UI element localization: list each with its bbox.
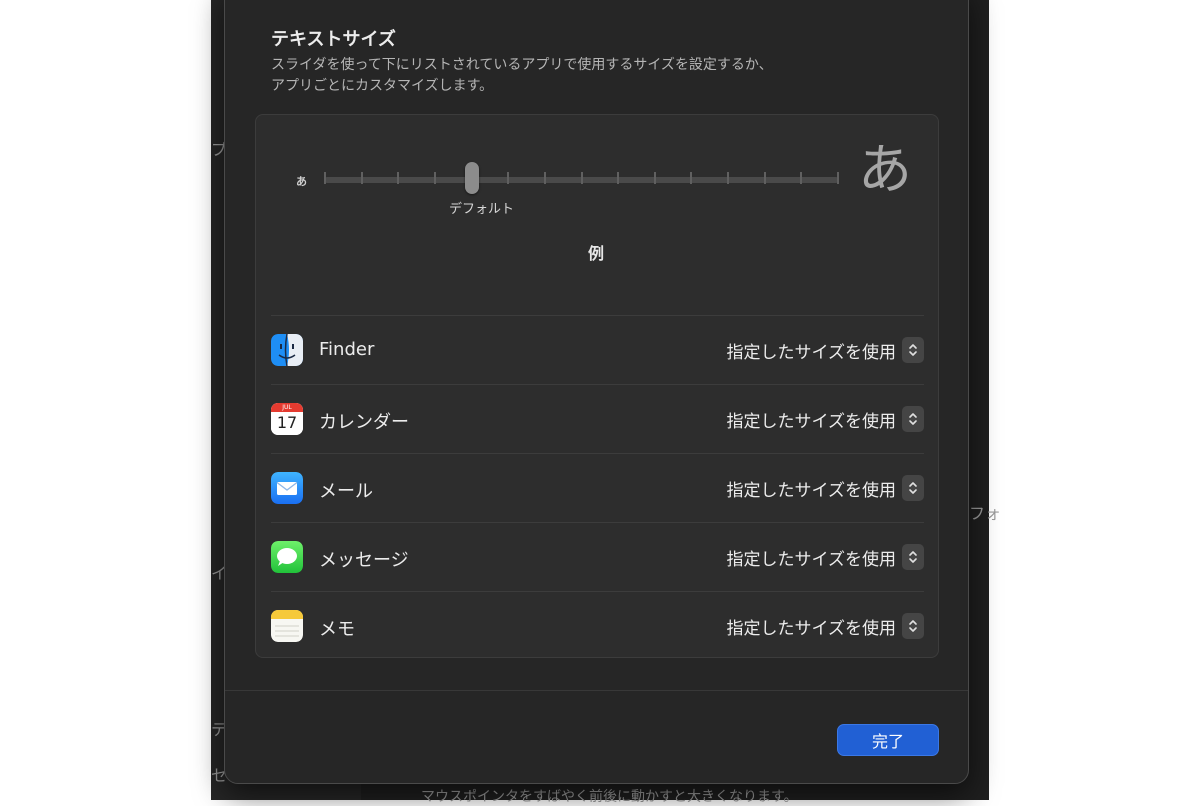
mail-icon — [271, 472, 303, 504]
sheet-description: スライダを使って下にリストされているアプリで使用するサイズを設定するか、 アプリ… — [271, 55, 871, 97]
slider-tick — [507, 172, 510, 184]
app-name: メール — [319, 481, 373, 502]
large-text-glyph: あ — [858, 138, 912, 201]
sheet-description-line: アプリごとにカスタマイズします。 — [271, 78, 494, 94]
slider-tick — [580, 172, 583, 184]
chevron-up-down-icon[interactable] — [902, 475, 924, 501]
app-row-notes: メモ 指定したサイズを使用 — [271, 591, 924, 660]
slider-tick — [617, 172, 620, 184]
slider-tick — [653, 172, 656, 184]
app-size-select[interactable]: 指定したサイズを使用 — [726, 406, 924, 432]
app-size-select-value: 指定したサイズを使用 — [726, 618, 897, 639]
chevron-up-down-icon[interactable] — [902, 406, 924, 432]
text-size-sheet: テキストサイズ スライダを使って下にリストされているアプリで使用するサイズを設定… — [224, 0, 969, 784]
slider-tick — [727, 172, 730, 184]
calendar-icon-month: JUL — [282, 404, 292, 411]
slider-tick — [837, 172, 839, 184]
calendar-icon: JUL 17 — [271, 403, 303, 435]
app-row-messages: メッセージ 指定したサイズを使用 — [271, 522, 924, 591]
app-size-select-value: 指定したサイズを使用 — [726, 342, 897, 363]
app-size-select-value: 指定したサイズを使用 — [726, 480, 897, 501]
slider-tick — [543, 172, 546, 184]
finder-icon — [271, 334, 303, 366]
chevron-up-down-icon[interactable] — [902, 337, 924, 363]
text-size-slider-thumb[interactable] — [464, 162, 479, 194]
sheet-description-line: スライダを使って下にリストされているアプリで使用するサイズを設定するか、 — [271, 57, 773, 73]
app-row-mail: メール 指定したサイズを使用 — [271, 453, 924, 522]
messages-icon — [271, 541, 303, 573]
app-name: カレンダー — [319, 412, 409, 433]
notes-icon — [271, 610, 303, 642]
done-button[interactable]: 完了 — [837, 724, 939, 756]
chevron-up-down-icon[interactable] — [902, 544, 924, 570]
slider-tick — [690, 172, 693, 184]
app-name: メッセージ — [319, 550, 409, 571]
text-size-slider-area: あ デフォルト あ 例 — [256, 115, 938, 315]
chevron-up-down-icon[interactable] — [902, 613, 924, 639]
slider-tick — [800, 172, 803, 184]
app-list: Finder 指定したサイズを使用 JUL 17 カレンダー 指定したサイズを使… — [271, 315, 924, 660]
app-size-select[interactable]: 指定したサイズを使用 — [726, 613, 924, 639]
app-size-select-value: 指定したサイズを使用 — [726, 549, 897, 570]
app-size-select[interactable]: 指定したサイズを使用 — [726, 475, 924, 501]
app-size-select[interactable]: 指定したサイズを使用 — [726, 544, 924, 570]
app-row-calendar: JUL 17 カレンダー 指定したサイズを使用 — [271, 384, 924, 453]
calendar-icon-day: 17 — [276, 413, 298, 432]
small-text-glyph: あ — [296, 175, 307, 188]
app-name: Finder — [319, 339, 375, 360]
preview-label: 例 — [588, 244, 605, 263]
sheet-title: テキストサイズ — [271, 29, 396, 50]
slider-default-label: デフォルト — [449, 202, 515, 217]
app-size-select[interactable]: 指定したサイズを使用 — [726, 337, 924, 363]
slider-tick — [324, 172, 326, 184]
background-footer-text: マウスポインタをすばやく前後に動かすと大きくなります。 — [421, 789, 798, 805]
slider-tick — [397, 172, 400, 184]
settings-panel: あ デフォルト あ 例 Finder 指定したサイズを使用 JUL 17 カレン… — [255, 114, 939, 658]
slider-tick — [360, 172, 363, 184]
slider-tick — [763, 172, 766, 184]
app-name: メモ — [319, 619, 355, 640]
app-size-select-value: 指定したサイズを使用 — [726, 411, 897, 432]
app-row-finder: Finder 指定したサイズを使用 — [271, 315, 924, 384]
background-text-fragment: フォ — [969, 504, 1002, 523]
slider-tick — [433, 172, 436, 184]
sheet-divider — [225, 690, 968, 691]
